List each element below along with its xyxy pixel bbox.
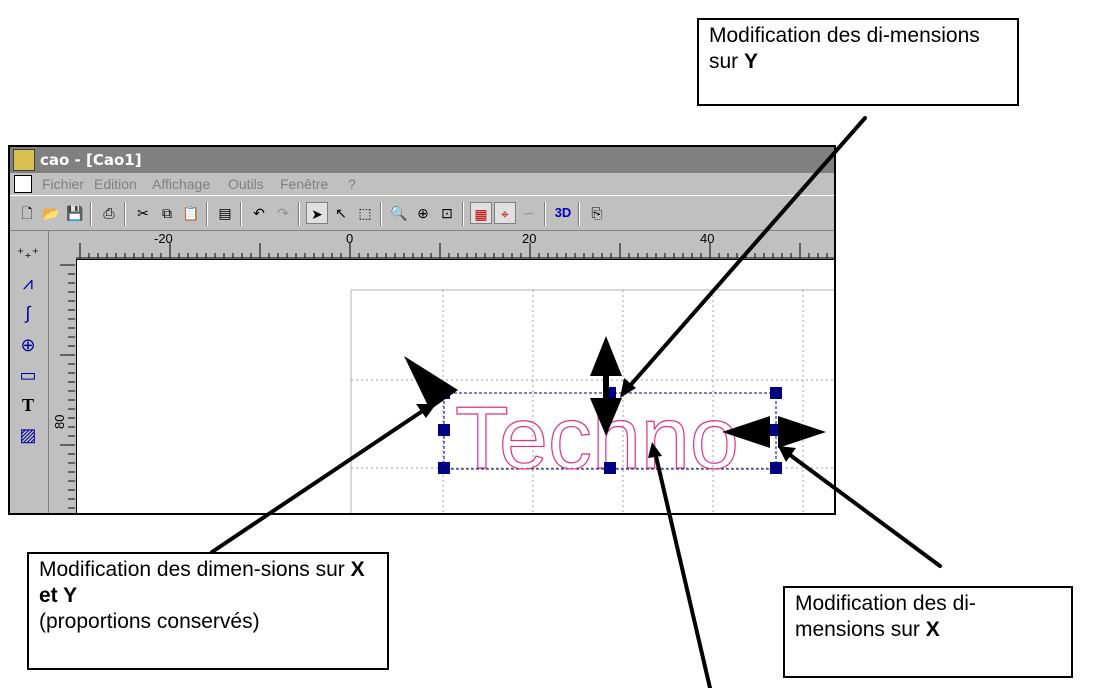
- select-arrow-icon[interactable]: ➤: [306, 202, 328, 224]
- print-icon[interactable]: ⎙: [98, 202, 120, 224]
- toolbar-separator: [124, 202, 126, 226]
- text-icon[interactable]: T: [14, 391, 42, 419]
- hatch-icon[interactable]: ▨: [14, 421, 42, 449]
- toolbar-separator: [90, 202, 92, 226]
- undo-icon[interactable]: ↶: [248, 202, 270, 224]
- ruler-label: 80: [52, 414, 67, 429]
- callout-dimension-x: Modification des di-mensions sur X: [783, 586, 1073, 678]
- resize-handle-left[interactable]: [438, 424, 450, 436]
- rectangle-icon[interactable]: ▭: [14, 361, 42, 389]
- resize-handle-top-right[interactable]: [770, 387, 782, 399]
- zoom-page-icon[interactable]: 🔍: [388, 202, 410, 224]
- properties-icon[interactable]: ▤: [214, 202, 236, 224]
- cao-app-icon: [13, 149, 35, 171]
- callout-dimension-xy: Modification des dimen-sions sur X et Y …: [27, 552, 389, 670]
- menu-outils[interactable]: Outils: [228, 173, 264, 195]
- horizontal-ruler-ticks: [76, 243, 834, 259]
- polyline-icon[interactable]: ⩘: [14, 269, 42, 297]
- node-edit-icon[interactable]: ↖: [330, 202, 352, 224]
- paste-icon[interactable]: 📋: [180, 202, 202, 224]
- toolbar-separator: [578, 202, 580, 226]
- menu-edition[interactable]: Edition: [94, 173, 137, 195]
- resize-handle-top-left[interactable]: [438, 387, 450, 399]
- points-icon[interactable]: ⁺₊⁺: [14, 239, 42, 267]
- menu-fichier[interactable]: Fichier: [42, 173, 84, 195]
- toolbar-separator: [240, 202, 242, 226]
- drawing-area: Techno: [350, 289, 834, 513]
- export-icon[interactable]: ⎘: [586, 202, 608, 224]
- toolbar-separator: [544, 202, 546, 226]
- resize-handle-bottom-right[interactable]: [770, 462, 782, 474]
- ruler-label: 40: [700, 231, 715, 246]
- menu-bar: Fichier Edition Affichage Outils Fenêtre…: [10, 173, 834, 195]
- vertical-ruler: 80: [50, 259, 77, 513]
- zoom-window-icon[interactable]: ⬚: [354, 202, 376, 224]
- menu-affichage[interactable]: Affichage: [152, 173, 210, 195]
- vertical-ruler-ticks: [60, 264, 75, 509]
- circle-icon[interactable]: ⊕: [14, 331, 42, 359]
- ruler-corner: [50, 231, 76, 259]
- curve-snap-icon[interactable]: ∽: [518, 202, 540, 224]
- ruler-label: -20: [154, 231, 173, 246]
- resize-handle-bottom-left[interactable]: [438, 462, 450, 474]
- cut-icon[interactable]: ✂: [132, 202, 154, 224]
- document-icon[interactable]: [14, 175, 32, 193]
- callout-x-text: Modification des di-mensions sur: [795, 592, 976, 641]
- curve-icon[interactable]: ∫: [14, 299, 42, 327]
- drawing-canvas[interactable]: Techno: [77, 260, 834, 513]
- zoom-in-icon[interactable]: ⊕: [412, 202, 434, 224]
- techno-text-object[interactable]: Techno: [454, 387, 739, 487]
- callout-xy-note: (proportions conservés): [39, 610, 260, 633]
- toolbar-separator: [462, 202, 464, 226]
- left-tool-palette: ⁺₊⁺ ⩘ ∫ ⊕ ▭ T ▨: [10, 231, 49, 513]
- toolbar-separator: [298, 202, 300, 226]
- new-icon[interactable]: 🗋: [16, 202, 38, 224]
- resize-handle-top[interactable]: [604, 387, 616, 399]
- title-bar: cao - [Cao1]: [10, 147, 834, 173]
- resize-handle-bottom[interactable]: [604, 462, 616, 474]
- 3d-view-icon[interactable]: 3D: [552, 202, 574, 224]
- callout-dimension-y: Modification des di-mensions sur Y: [697, 18, 1019, 106]
- horizontal-ruler: -20 0 20 40: [76, 231, 834, 260]
- ruler-label: 20: [522, 231, 537, 246]
- callout-y-axis: Y: [744, 50, 759, 73]
- ruler-label: 0: [346, 231, 354, 246]
- magnet-snap-icon[interactable]: ⌖: [494, 202, 516, 224]
- save-icon[interactable]: 💾: [64, 202, 86, 224]
- open-icon[interactable]: 📂: [40, 202, 62, 224]
- cao-application-window: cao - [Cao1] Fichier Edition Affichage O…: [8, 145, 836, 515]
- copy-icon[interactable]: ⧉: [156, 202, 178, 224]
- zoom-selection-icon[interactable]: ⊡: [436, 202, 458, 224]
- redo-icon[interactable]: ↷: [272, 202, 294, 224]
- menu-help[interactable]: ?: [348, 173, 356, 195]
- window-title: cao - [Cao1]: [40, 151, 142, 169]
- menu-fenetre[interactable]: Fenêtre: [280, 173, 328, 195]
- callout-xy-text: Modification des dimen-sions sur: [39, 558, 345, 581]
- grid-snap-icon[interactable]: ▦: [470, 202, 492, 224]
- toolbar-separator: [380, 202, 382, 226]
- toolbar-separator: [206, 202, 208, 226]
- toolbar: 🗋 📂 💾 ⎙ ✂ ⧉ 📋 ▤ ↶ ↷ ➤ ↖ ⬚ 🔍 ⊕ ⊡ ▦ ⌖ ∽ 3D…: [10, 195, 834, 231]
- callout-x-axis: X: [925, 618, 940, 641]
- resize-handle-right[interactable]: [770, 424, 782, 436]
